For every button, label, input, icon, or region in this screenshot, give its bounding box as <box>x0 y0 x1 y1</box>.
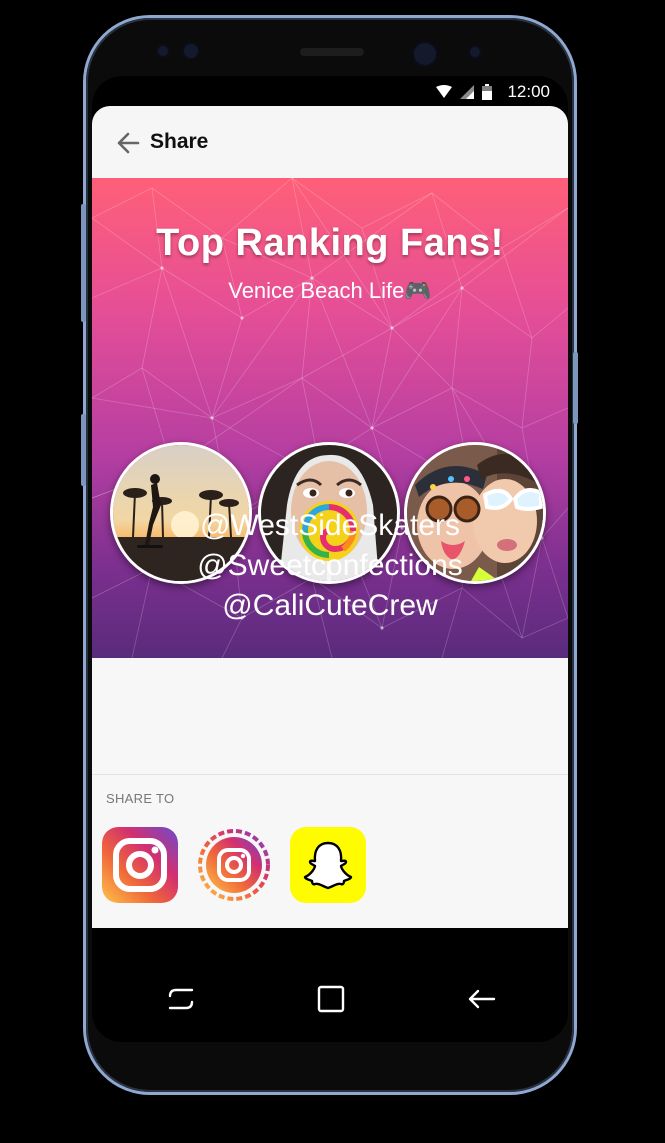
earpiece-speaker <box>300 48 364 56</box>
battery-icon <box>482 84 492 100</box>
fan-handle: @CaliCuteCrew <box>222 589 438 622</box>
back-icon[interactable] <box>466 984 496 1014</box>
content-spacer <box>92 658 568 774</box>
status-icons <box>436 84 492 100</box>
wifi-icon <box>436 85 452 98</box>
instagram-icon <box>102 827 178 903</box>
volume-up-button <box>81 204 86 322</box>
front-sensor <box>182 42 200 60</box>
signal-icon <box>460 85 474 99</box>
banner-subtitle: Venice Beach Life🎮 <box>228 278 432 303</box>
share-instagram-stories-button[interactable] <box>196 827 272 903</box>
snapchat-icon <box>290 827 366 903</box>
arrow-left-icon[interactable] <box>116 130 142 156</box>
banner-title: Top Ranking Fans! <box>156 222 504 264</box>
instagram-stories-icon <box>198 829 270 901</box>
share-sheet: SHARE TO <box>92 774 568 929</box>
fan-handles: @WestSideSkaters @Sweetconfections @Cali… <box>92 506 568 626</box>
front-camera <box>412 41 438 67</box>
share-snapchat-button[interactable] <box>290 827 366 903</box>
power-button <box>573 352 578 424</box>
recent-apps-icon[interactable] <box>166 984 196 1014</box>
volume-down-button <box>81 414 86 486</box>
screen: 12:00 Share Top Ranking Fans! Venice Bea… <box>92 76 568 1042</box>
top-fans-banner: Top Ranking Fans! Venice Beach Life🎮 @We… <box>92 178 568 658</box>
share-instagram-button[interactable] <box>102 827 178 903</box>
fan-handle: @Sweetconfections <box>197 549 463 582</box>
system-nav-bar <box>92 928 568 1042</box>
status-time: 12:00 <box>507 82 550 101</box>
app-bar: Share <box>92 106 568 178</box>
home-icon[interactable] <box>316 984 346 1014</box>
page-title: Share <box>150 130 209 153</box>
iris-sensor <box>468 45 482 59</box>
fan-handle: @WestSideSkaters <box>200 509 460 542</box>
share-to-label: SHARE TO <box>106 791 175 806</box>
front-sensor <box>156 44 170 58</box>
status-bar: 12:00 <box>92 76 568 106</box>
